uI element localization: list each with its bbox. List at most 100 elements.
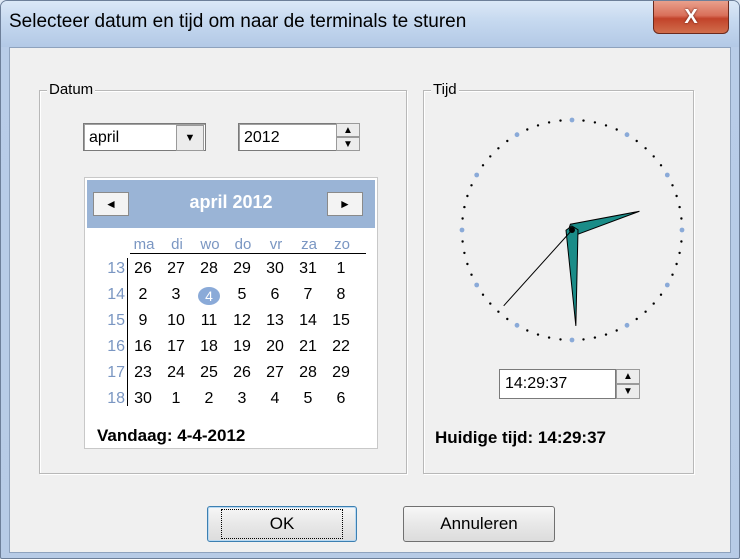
calendar-day[interactable]: 2 [196, 390, 222, 408]
cancel-button[interactable]: Annuleren [403, 506, 555, 542]
calendar-day[interactable]: 30 [262, 260, 288, 278]
minute-marker [582, 338, 585, 341]
calendar-day[interactable]: 1 [328, 260, 354, 278]
minute-marker [593, 121, 597, 124]
calendar-day[interactable]: 27 [262, 364, 288, 382]
window-title: Selecteer datum en tijd om naar de termi… [9, 11, 467, 32]
calendar-day[interactable]: 30 [130, 390, 156, 408]
minute-marker [678, 205, 681, 209]
year-input[interactable]: 2012 [238, 123, 338, 151]
chevron-down-icon: ▼ [184, 132, 196, 144]
close-button[interactable]: X [653, 1, 729, 34]
minute-marker [497, 310, 500, 313]
calendar-day[interactable]: 17 [163, 338, 189, 356]
calendar-day[interactable]: 7 [295, 286, 321, 304]
calendar-day[interactable]: 2 [130, 286, 156, 304]
calendar-day[interactable]: 19 [229, 338, 255, 356]
calendar-day[interactable]: 8 [328, 286, 354, 304]
time-input[interactable]: 14:29:37 [499, 369, 616, 399]
calendar-day[interactable]: 3 [163, 286, 189, 304]
time-spin-up[interactable]: ▲ [616, 369, 640, 384]
minute-marker [526, 329, 529, 332]
calendar-day[interactable]: 22 [328, 338, 354, 356]
minute-marker [675, 262, 678, 266]
minute-marker [463, 205, 466, 209]
calendar-day[interactable]: 29 [328, 364, 354, 382]
hour-marker [679, 227, 685, 233]
time-spin-down[interactable]: ▼ [616, 384, 640, 399]
calendar-day[interactable]: 27 [163, 260, 189, 278]
today-link[interactable]: Vandaag: 4-4-2012 [97, 426, 245, 446]
calendar-day[interactable]: 9 [130, 312, 156, 330]
title-bar[interactable]: Selecteer datum en tijd om naar de termi… [1, 1, 739, 47]
calendar-day-selected[interactable]: 4 [198, 287, 220, 305]
calendar-day[interactable]: 23 [130, 364, 156, 382]
dialog-window: Selecteer datum en tijd om naar de termi… [0, 0, 740, 559]
week-number: 17 [107, 364, 125, 381]
calendar-day[interactable]: 25 [196, 364, 222, 382]
minute-marker [582, 119, 585, 122]
calendar-day[interactable]: 18 [196, 338, 222, 356]
calendar-day[interactable]: 13 [262, 312, 288, 330]
calendar-day[interactable]: 28 [196, 260, 222, 278]
month-calendar[interactable]: ◄ april 2012 ► ma di wo do vr za zo 13 26 27 28 29 3… [84, 177, 378, 449]
calendar-day[interactable]: 21 [295, 338, 321, 356]
year-spin-down[interactable]: ▼ [336, 137, 360, 151]
year-spin-up[interactable]: ▲ [336, 123, 360, 137]
calendar-day[interactable]: 15 [328, 312, 354, 330]
month-dropdown-button[interactable]: ▼ [176, 125, 204, 151]
minute-marker [536, 124, 540, 127]
month-select[interactable]: april ▼ [83, 123, 206, 151]
calendar-day[interactable]: 16 [130, 338, 156, 356]
calendar-day[interactable]: 20 [262, 338, 288, 356]
time-input-value: 14:29:37 [505, 375, 568, 392]
hour-marker [459, 227, 465, 233]
calendar-day[interactable]: 29 [229, 260, 255, 278]
dialog-client-area: Datum april ▼ 2012 ▲ ▼ ◄ april 2012 ► ma… [9, 47, 731, 553]
weekday-header: za [301, 236, 317, 253]
calendar-day[interactable]: 3 [229, 390, 255, 408]
calendar-day[interactable]: 1 [163, 390, 189, 408]
weekday-header: vr [269, 236, 283, 253]
calendar-day[interactable]: 4 [262, 390, 288, 408]
calendar-day[interactable]: 14 [295, 312, 321, 330]
calendar-day[interactable]: 5 [295, 390, 321, 408]
arrow-down-icon: ▼ [623, 386, 633, 397]
hour-marker [569, 337, 575, 343]
minute-marker [547, 336, 551, 339]
hour-marker [474, 282, 480, 288]
hour-marker [624, 322, 630, 328]
calendar-day[interactable]: 6 [328, 390, 354, 408]
hour-marker [474, 172, 480, 178]
calendar-day[interactable]: 12 [229, 312, 255, 330]
calendar-day[interactable]: 31 [295, 260, 321, 278]
minute-marker [506, 139, 509, 143]
minute-marker [615, 128, 618, 131]
arrow-left-icon: ◄ [105, 197, 117, 211]
clock-hour-hand [567, 210, 640, 237]
week-number: 18 [107, 390, 125, 407]
calendar-day[interactable]: 10 [163, 312, 189, 330]
minute-marker [463, 251, 466, 255]
calendar-day[interactable]: 24 [163, 364, 189, 382]
calendar-day[interactable]: 26 [229, 364, 255, 382]
calendar-day[interactable]: 26 [130, 260, 156, 278]
minute-marker [644, 147, 647, 150]
weekday-header: wo [200, 236, 220, 253]
calendar-day[interactable]: 11 [196, 312, 222, 330]
ok-button[interactable]: OK [207, 506, 357, 542]
calendar-day[interactable]: 5 [229, 286, 255, 304]
week-number: 13 [107, 260, 125, 277]
clock-minute-hand [565, 225, 579, 326]
minute-marker [481, 293, 485, 296]
next-month-button[interactable]: ► [327, 192, 363, 216]
calendar-day[interactable]: 28 [295, 364, 321, 382]
prev-month-button[interactable]: ◄ [93, 192, 129, 216]
minute-marker [678, 251, 681, 255]
calendar-day[interactable]: 6 [262, 286, 288, 304]
calendar-title[interactable]: april 2012 [157, 192, 305, 213]
minute-marker [461, 240, 464, 243]
minute-marker [635, 317, 638, 321]
minute-marker [593, 336, 597, 339]
week-number: 15 [107, 312, 125, 329]
